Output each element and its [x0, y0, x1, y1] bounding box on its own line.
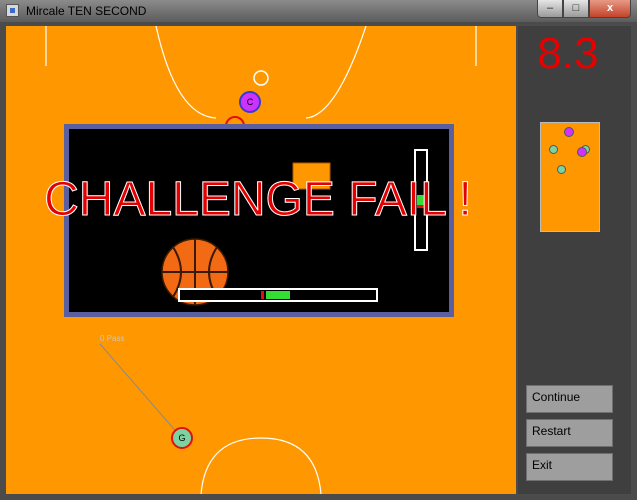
close-button[interactable]: x [589, 0, 631, 18]
countdown-timer: 8.3 [537, 29, 599, 78]
maximize-button[interactable]: □ [563, 0, 589, 18]
minimap-player-dot [564, 127, 574, 137]
restart-button[interactable]: Restart [526, 419, 613, 447]
minimap-player-dot [577, 147, 587, 157]
player-g[interactable]: G [171, 427, 193, 449]
window-title: Mircale TEN SECOND [26, 4, 147, 18]
player-c[interactable]: C [239, 91, 261, 113]
player-g-label: G [178, 433, 186, 443]
title-bar: Mircale TEN SECOND – □ x [0, 0, 637, 22]
court-minimap [540, 122, 600, 232]
player-c-label: C [246, 97, 254, 107]
side-panel: 8.3 Continue Restart Exit [518, 26, 631, 494]
challenge-fail-message: CHALLENGE FAIL ! [44, 173, 473, 227]
pass-count-label: 0 Pass [100, 334, 125, 343]
minimize-button[interactable]: – [537, 0, 563, 18]
minimap-player-dot [557, 165, 566, 174]
continue-button[interactable]: Continue [526, 385, 613, 413]
minimap-player-dot [549, 145, 558, 154]
window-controls: – □ x [537, 0, 631, 18]
exit-button[interactable]: Exit [526, 453, 613, 481]
app-icon [6, 4, 19, 17]
